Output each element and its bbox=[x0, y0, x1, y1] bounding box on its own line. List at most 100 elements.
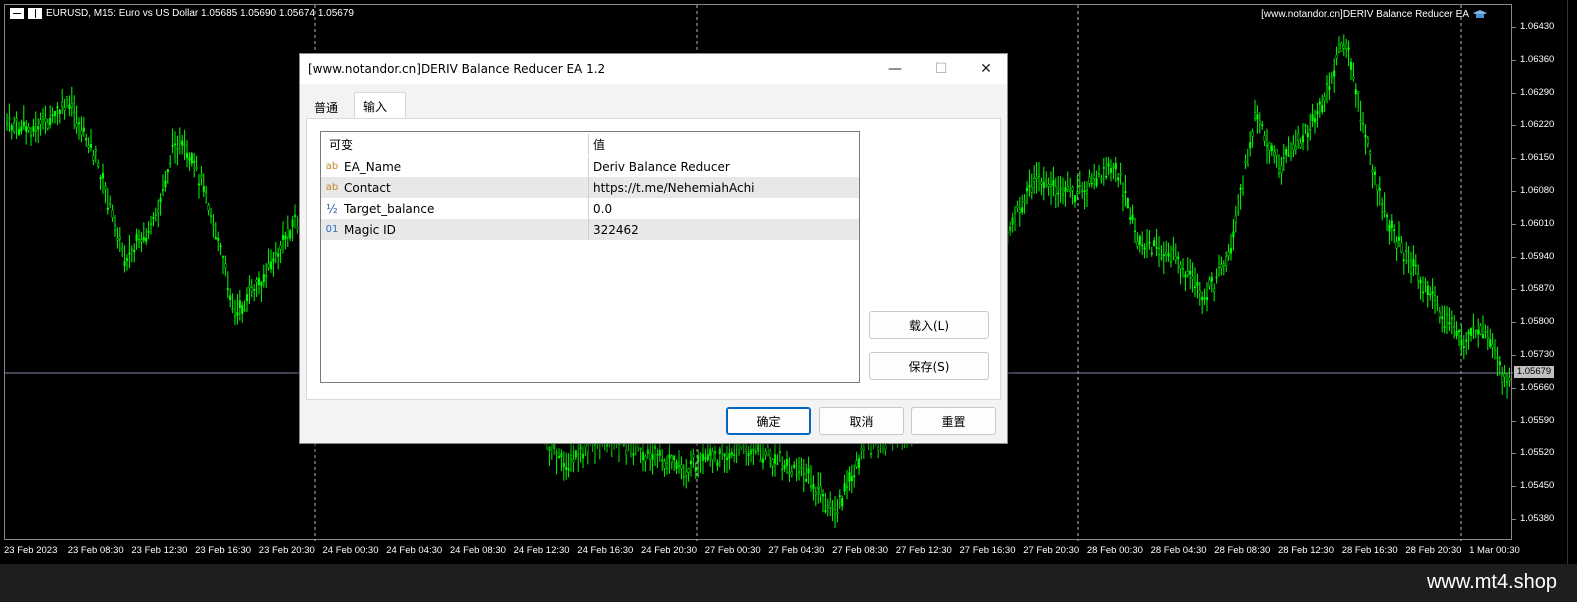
param-name-cell[interactable]: ab EA_Name bbox=[321, 156, 589, 177]
candle-body bbox=[1450, 317, 1453, 320]
time-tick-label: 23 Feb 20:30 bbox=[258, 545, 315, 556]
time-tick-label: 27 Feb 16:30 bbox=[959, 545, 1016, 556]
menu-grid-icon[interactable] bbox=[10, 8, 24, 19]
param-name-cell[interactable]: ab Contact bbox=[321, 177, 589, 198]
candle-body bbox=[790, 470, 793, 476]
candle-body bbox=[1215, 276, 1218, 279]
candle-body bbox=[586, 444, 589, 453]
candle-body bbox=[1177, 256, 1180, 260]
candle-body bbox=[1311, 114, 1314, 121]
candle-body bbox=[250, 287, 253, 292]
candle-body bbox=[1421, 291, 1425, 294]
candle-body bbox=[1328, 86, 1331, 90]
tab-general[interactable]: 普通 bbox=[306, 94, 354, 118]
time-tick-label: 28 Feb 08:30 bbox=[1214, 545, 1271, 556]
candle-body bbox=[70, 103, 73, 108]
maximize-button: ☐ bbox=[934, 61, 948, 77]
candle-body bbox=[725, 457, 729, 460]
candle-body bbox=[293, 214, 297, 218]
candle-body bbox=[1112, 166, 1115, 169]
candle-body bbox=[730, 452, 733, 456]
candle-body bbox=[1054, 186, 1057, 196]
time-tick-label: 23 Feb 12:30 bbox=[131, 545, 188, 556]
close-button[interactable]: ✕ bbox=[963, 54, 1009, 84]
candle-body bbox=[1143, 247, 1146, 250]
candle-body bbox=[682, 476, 685, 478]
candle-body bbox=[169, 162, 172, 165]
candle-body bbox=[1313, 118, 1317, 123]
candle-body bbox=[1078, 185, 1081, 187]
cancel-button[interactable]: 取消 bbox=[819, 407, 904, 435]
tab-inputs[interactable]: 输入 bbox=[354, 92, 406, 119]
candle-body bbox=[17, 128, 21, 135]
candle-body bbox=[245, 294, 249, 302]
candle-body bbox=[735, 444, 738, 446]
candle-body bbox=[1227, 251, 1230, 256]
table-row[interactable]: 01 Magic ID 322462 bbox=[321, 219, 859, 240]
candle-body bbox=[1484, 331, 1487, 333]
candle-body bbox=[61, 101, 64, 107]
candle-body bbox=[1261, 124, 1264, 126]
candle-body bbox=[1119, 173, 1122, 175]
ok-button[interactable]: 确定 bbox=[726, 407, 811, 435]
candle-body bbox=[817, 487, 820, 489]
save-button[interactable]: 保存(S) bbox=[869, 352, 989, 380]
table-row[interactable]: ab EA_Name Deriv Balance Reducer bbox=[321, 156, 859, 177]
candle-body bbox=[1028, 185, 1031, 188]
param-value-cell[interactable]: https://t.me/NehemiahAchi bbox=[589, 177, 859, 198]
candle-body bbox=[161, 189, 165, 191]
candle-body bbox=[1472, 325, 1475, 328]
candle-body bbox=[53, 111, 57, 116]
param-value-cell[interactable]: Deriv Balance Reducer bbox=[589, 156, 859, 177]
param-value-cell[interactable]: 322462 bbox=[589, 219, 859, 240]
param-name: Target_balance bbox=[344, 201, 435, 216]
candle-body bbox=[728, 453, 731, 459]
price-tick-label: 1.05730 bbox=[1512, 349, 1568, 360]
graduation-cap-icon[interactable] bbox=[1473, 9, 1487, 20]
candle-body bbox=[243, 309, 246, 311]
time-tick-label: 23 Feb 16:30 bbox=[195, 545, 252, 556]
table-row[interactable]: ab Contact https://t.me/NehemiahAchi bbox=[321, 177, 859, 198]
candle-body bbox=[1443, 326, 1446, 328]
candle-body bbox=[653, 445, 657, 449]
candle-body bbox=[836, 512, 839, 514]
candle-body bbox=[1201, 296, 1204, 301]
candle-body bbox=[1400, 242, 1403, 253]
candle-body bbox=[1469, 327, 1473, 336]
candle-body bbox=[1121, 194, 1125, 197]
candle-body bbox=[1210, 276, 1213, 282]
candle-body bbox=[733, 454, 736, 457]
time-tick-label: 23 Feb 2023 bbox=[4, 545, 58, 556]
candle-body bbox=[802, 473, 805, 475]
candle-body bbox=[1133, 230, 1137, 233]
candle-body bbox=[80, 130, 83, 136]
candle-body bbox=[1301, 135, 1305, 143]
candle-body bbox=[183, 144, 186, 147]
reset-button[interactable]: 重置 bbox=[911, 407, 996, 435]
candle-body bbox=[274, 251, 277, 254]
current-price-label: 1.05679 bbox=[1514, 366, 1554, 378]
bottom-banner: www.mt4.shop bbox=[0, 564, 1577, 602]
dialog-titlebar[interactable]: [www.notandor.cn]DERIV Balance Reducer E… bbox=[300, 54, 1007, 84]
candle-body bbox=[829, 502, 832, 508]
candle-body bbox=[1275, 148, 1278, 156]
minimize-button[interactable]: — bbox=[872, 54, 918, 84]
candle-body bbox=[142, 236, 145, 241]
candle-body bbox=[1390, 220, 1393, 228]
candle-body bbox=[833, 509, 837, 515]
candle-body bbox=[651, 454, 654, 460]
candle-body bbox=[1265, 145, 1269, 147]
candle-body bbox=[1383, 211, 1386, 213]
candle-body bbox=[231, 308, 234, 310]
table-row[interactable]: ½ Target_balance 0.0 bbox=[321, 198, 859, 219]
candle-body bbox=[1361, 123, 1365, 125]
candle-body bbox=[1285, 149, 1288, 155]
candle-body bbox=[123, 261, 126, 267]
candle-body bbox=[1220, 264, 1223, 268]
param-name-cell[interactable]: ½ Target_balance bbox=[321, 198, 589, 219]
load-button[interactable]: 载入(L) bbox=[869, 311, 989, 339]
param-value-cell[interactable]: 0.0 bbox=[589, 198, 859, 219]
param-name-cell[interactable]: 01 Magic ID bbox=[321, 219, 589, 240]
time-tick-label: 24 Feb 12:30 bbox=[513, 545, 570, 556]
candle-body bbox=[58, 109, 61, 115]
